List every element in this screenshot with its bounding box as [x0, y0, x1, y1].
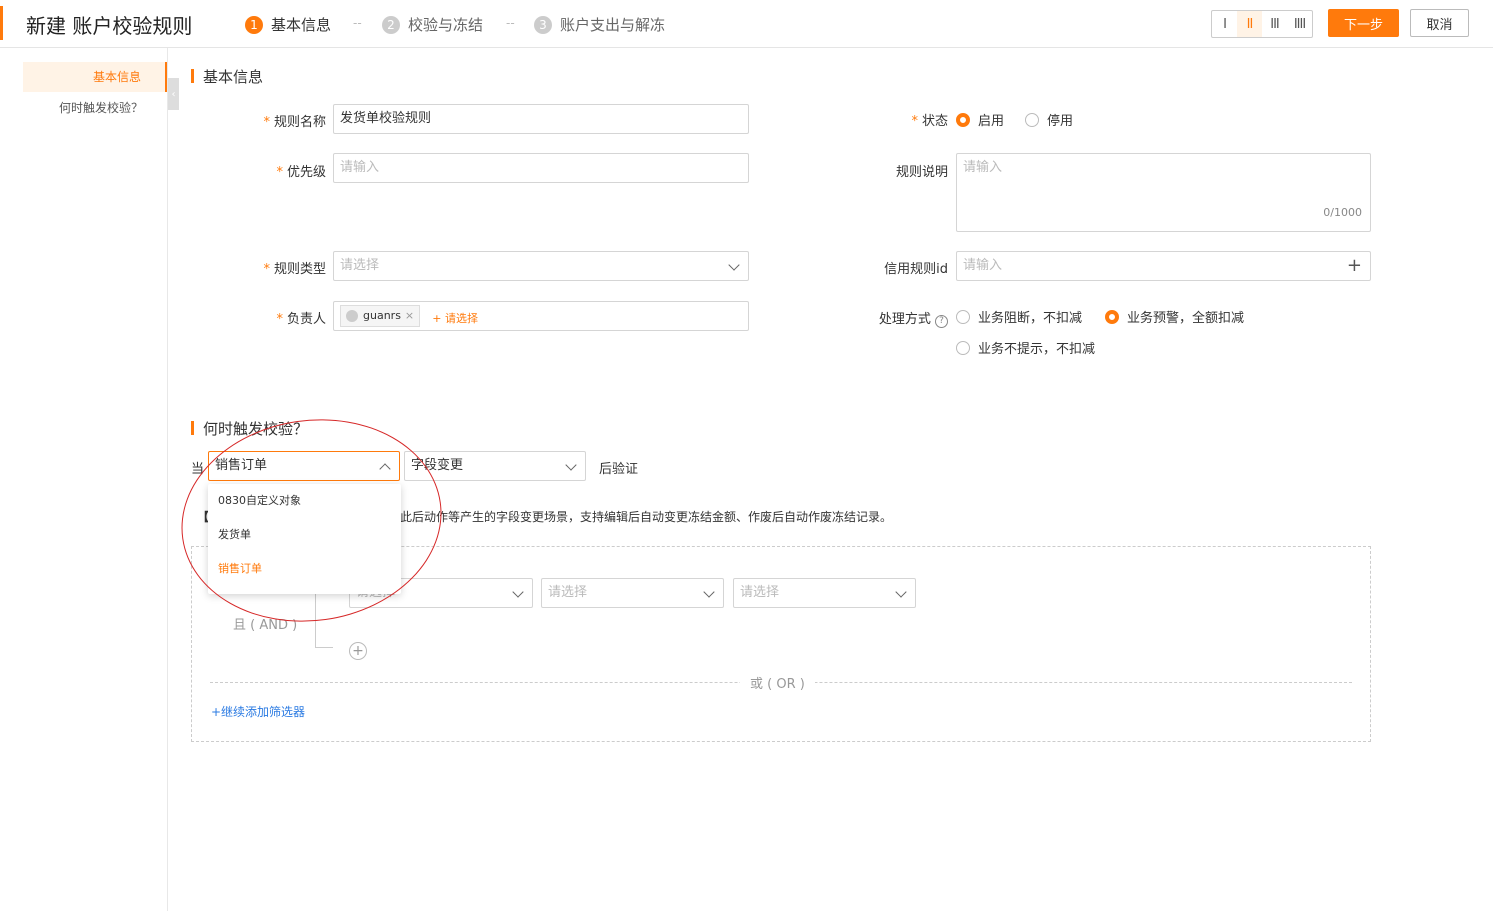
- radio-unchecked-icon: [956, 340, 970, 355]
- required-mark: *: [263, 262, 270, 277]
- credit-rule-id-input[interactable]: 请输入 +: [956, 251, 1371, 281]
- handling-warn-radio[interactable]: 业务预警，全额扣减: [1105, 307, 1244, 326]
- title-accent-bar: [0, 6, 3, 40]
- step-validate-freeze[interactable]: 2 校验与冻结: [382, 14, 483, 35]
- step-expense-unfreeze[interactable]: 3 账户支出与解冻: [534, 14, 665, 35]
- chevron-down-icon: [512, 586, 524, 598]
- step-number: 3: [534, 15, 552, 34]
- step-number: 1: [245, 15, 263, 34]
- trigger-suffix: 后验证: [599, 462, 639, 477]
- add-owner-link[interactable]: + 请选择: [432, 312, 478, 325]
- priority-label: * 优先级: [276, 165, 326, 180]
- page-title: 新建 账户校验规则: [26, 14, 193, 38]
- step-label: 校验与冻结: [408, 16, 484, 34]
- or-label: 或 ( OR ): [740, 673, 815, 692]
- priority-input[interactable]: 请输入: [333, 153, 749, 183]
- dropdown-option-selected[interactable]: 销售订单: [208, 552, 401, 586]
- radio-unchecked-icon: [956, 309, 970, 324]
- step-number: 2: [382, 15, 400, 34]
- help-icon[interactable]: ?: [935, 315, 948, 328]
- nav-item-basic-info[interactable]: 基本信息: [23, 62, 167, 92]
- trigger-prefix: 当: [191, 462, 205, 477]
- owner-field[interactable]: guanrs × + 请选择: [333, 301, 749, 331]
- description-textarea[interactable]: 请输入 0/1000: [956, 153, 1371, 232]
- dropdown-option[interactable]: 0830自定义对象: [208, 484, 401, 518]
- status-label: * 状态: [911, 114, 948, 129]
- collapse-nav-icon[interactable]: ‹: [168, 78, 179, 110]
- required-mark: *: [263, 115, 270, 130]
- handling-silent-radio[interactable]: 业务不提示，不扣减: [956, 338, 1095, 357]
- section-nav: 基本信息 何时触发校验？: [0, 48, 168, 911]
- credit-rule-id-label: 信用规则id: [884, 262, 948, 277]
- add-condition-icon[interactable]: +: [349, 642, 367, 660]
- cancel-button[interactable]: 取消: [1410, 9, 1469, 37]
- owner-label: * 负责人: [276, 312, 326, 327]
- required-mark: *: [276, 312, 283, 327]
- chevron-down-icon: [565, 459, 577, 471]
- required-mark: *: [911, 114, 918, 129]
- step-separator: --: [506, 16, 515, 30]
- layout-switch: I II III IIII: [1211, 10, 1313, 38]
- dropdown-option[interactable]: 发货单: [208, 518, 401, 552]
- step-separator: --: [353, 16, 362, 30]
- step-label: 账户支出与解冻: [560, 16, 666, 34]
- add-icon[interactable]: +: [1347, 252, 1362, 280]
- and-label: 且 ( AND ): [233, 618, 298, 633]
- layout-3-column[interactable]: III: [1262, 11, 1287, 37]
- and-bracket: [315, 592, 333, 648]
- add-filter-link[interactable]: +继续添加筛选器: [211, 703, 305, 720]
- status-enabled-radio[interactable]: 启用: [956, 110, 1004, 129]
- required-mark: *: [276, 165, 283, 180]
- layout-2-column[interactable]: II: [1237, 11, 1262, 37]
- section-title-trigger: 何时触发校验？: [191, 418, 308, 439]
- chevron-down-icon: [728, 259, 740, 271]
- rule-type-select[interactable]: 请选择: [333, 251, 749, 281]
- nav-item-trigger[interactable]: 何时触发校验？: [23, 93, 167, 123]
- filter-operator-select[interactable]: 请选择: [541, 578, 724, 608]
- rule-name-input[interactable]: 发货单校验规则: [333, 104, 749, 134]
- radio-unchecked-icon: [1025, 112, 1039, 127]
- layout-1-column[interactable]: I: [1212, 11, 1237, 37]
- step-label: 基本信息: [271, 16, 332, 34]
- handling-block-radio[interactable]: 业务阻断，不扣减: [956, 307, 1082, 326]
- layout-4-column[interactable]: IIII: [1287, 11, 1312, 37]
- step-basic-info[interactable]: 1 基本信息: [245, 14, 331, 35]
- rule-name-label: * 规则名称: [263, 115, 326, 130]
- top-bar: 新建 账户校验规则 1 基本信息 -- 2 校验与冻结 -- 3 账户支出与解冻…: [0, 0, 1493, 48]
- chevron-down-icon: [703, 586, 715, 598]
- radio-checked-icon: [1105, 309, 1119, 324]
- section-title-basic: 基本信息: [191, 66, 263, 87]
- description-label: 规则说明: [895, 165, 948, 180]
- status-disabled-radio[interactable]: 停用: [1025, 110, 1073, 129]
- owner-tag: guanrs ×: [340, 302, 421, 330]
- rule-type-label: * 规则类型: [263, 262, 326, 277]
- radio-checked-icon: [956, 112, 970, 127]
- remove-tag-icon[interactable]: ×: [405, 302, 414, 330]
- event-select[interactable]: 字段变更: [404, 451, 586, 481]
- filter-value-select[interactable]: 请选择: [733, 578, 916, 608]
- next-step-button[interactable]: 下一步: [1328, 9, 1399, 37]
- chevron-down-icon: [895, 586, 907, 598]
- char-counter: 0/1000: [1323, 206, 1362, 219]
- avatar: [346, 310, 358, 322]
- object-dropdown: 0830自定义对象 发货单 销售订单: [208, 484, 401, 594]
- object-select[interactable]: 销售订单: [208, 451, 400, 481]
- chevron-up-icon: [379, 463, 391, 475]
- handling-label: 处理方式 ?: [860, 308, 948, 328]
